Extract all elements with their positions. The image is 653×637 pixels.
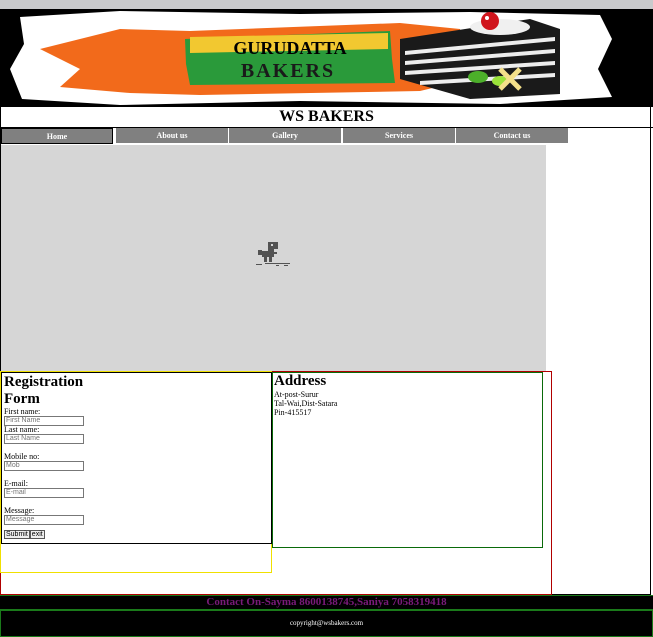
submit-button[interactable]: Submit	[4, 530, 30, 539]
last-name-label: Last name:	[4, 425, 40, 434]
registration-form: Registration Form First name: Last name:…	[1, 372, 272, 544]
site-title: WS BAKERS	[0, 107, 653, 128]
banner-line1: GURUDATTA	[233, 38, 346, 58]
address-line-1: At-post-Surur	[274, 390, 319, 399]
mobile-label: Mobile no:	[4, 452, 40, 461]
first-name-label: First name:	[4, 407, 41, 416]
last-name-input[interactable]	[4, 434, 84, 444]
dino-offline-icon	[256, 242, 290, 266]
bakery-logo-graphic: GURUDATTA BAKERS	[10, 11, 612, 105]
address-line-2: Tal-Wai,Dist-Satara	[274, 399, 338, 408]
mobile-input[interactable]	[4, 461, 84, 471]
email-label: E-mail:	[4, 479, 28, 488]
address-line-3: Pin-415517	[274, 408, 312, 417]
embedded-media-placeholder[interactable]	[1, 145, 546, 371]
registration-title-line2: Form	[4, 391, 40, 407]
exit-button[interactable]: exit	[29, 530, 45, 539]
main-nav: Home About us Gallery Services Contact u…	[0, 128, 570, 144]
window-top-strip	[0, 0, 653, 9]
message-label: Message:	[4, 506, 35, 515]
nav-services[interactable]: Services	[343, 128, 455, 143]
banner-line2: BAKERS	[241, 60, 335, 82]
contact-bar: Contact On-Sayma 8600138745,Saniya 70583…	[0, 595, 653, 610]
nav-about-us[interactable]: About us	[116, 128, 228, 143]
registration-title-line1: Registration	[4, 374, 84, 390]
address-box: Address At-post-Surur Tal-Wai,Dist-Satar…	[272, 372, 543, 548]
nav-contact-us[interactable]: Contact us	[456, 128, 568, 143]
cherry	[481, 12, 499, 30]
email-input[interactable]	[4, 488, 84, 498]
nav-home[interactable]: Home	[1, 128, 113, 144]
nav-gallery[interactable]: Gallery	[229, 128, 341, 143]
message-input[interactable]	[4, 515, 84, 525]
header-banner: GURUDATTA BAKERS	[0, 9, 653, 107]
address-title: Address	[274, 373, 327, 389]
footer-copyright: copyright@wsbakers.com	[0, 610, 653, 637]
mint-leaf	[468, 71, 488, 83]
